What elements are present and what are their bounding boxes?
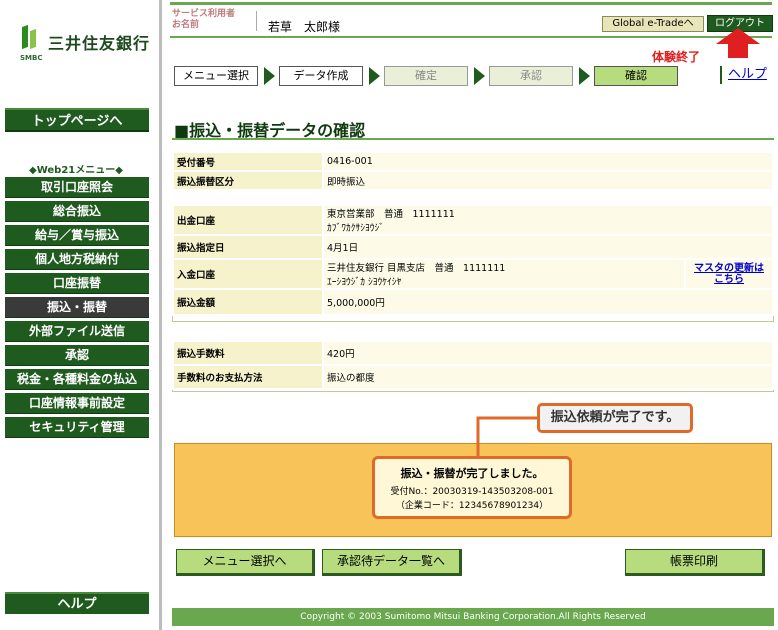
table-row: 振込振替区分 即時振込 bbox=[174, 172, 772, 189]
to-account-line1: 三井住友銀行 目黒支店 普通 1111111 bbox=[327, 263, 506, 274]
from-account-value: 東京営業部 普通 1111111 ｶﾌﾞﾜｶｸｻｼﾖｳｼﾞ bbox=[324, 206, 772, 234]
step-confirm: 確定 bbox=[384, 66, 468, 86]
transfer-type-value: 即時振込 bbox=[324, 172, 772, 189]
fee-method-label: 手数料のお支払方法 bbox=[174, 366, 322, 388]
step-approve: 承認 bbox=[489, 66, 573, 86]
step-arrow-icon bbox=[369, 67, 380, 85]
step-menu-select: メニュー選択 bbox=[174, 66, 258, 86]
pending-list-button[interactable]: 承認待データ一覧へ bbox=[322, 549, 462, 576]
print-report-button[interactable]: 帳票印刷 bbox=[625, 549, 765, 576]
table-row: 振込指定日 4月1日 bbox=[174, 236, 772, 258]
progress-steps: メニュー選択 データ作成 確定 承認 確認 bbox=[174, 66, 678, 86]
header-top-line bbox=[170, 2, 772, 5]
amount-value: 5,000,000円 bbox=[324, 290, 772, 314]
user-label-line2: お名前 bbox=[172, 20, 200, 30]
fee-table: 振込手数料 420円 手数料のお支払方法 振込の都度 bbox=[172, 340, 774, 390]
receipt-no-value: 0416-001 bbox=[324, 153, 772, 170]
step-check: 確認 bbox=[594, 66, 678, 86]
to-account-line2: ｴｰｼﾖｳｼﾞｶ ｼﾖｳｹｲｼﾔ bbox=[327, 277, 402, 288]
step-data-create: データ作成 bbox=[279, 66, 363, 86]
header-bottom-line bbox=[170, 36, 772, 38]
table-row: 手数料のお支払方法 振込の都度 bbox=[174, 366, 772, 388]
from-account-line1: 東京営業部 普通 1111111 bbox=[327, 209, 455, 220]
menu-item-transfer[interactable]: 振込・振替 bbox=[5, 297, 149, 318]
bank-name: 三井住友銀行 bbox=[48, 34, 151, 53]
user-label: サービス利用者 お名前 bbox=[172, 9, 235, 31]
left-nav: 三井住友銀行 SMBC トップページへ ◆Web21メニュー◆ 取引口座照会 総… bbox=[0, 0, 152, 630]
master-update-line2[interactable]: こちら bbox=[714, 274, 744, 285]
menu-item-local-tax[interactable]: 個人地方税納付 bbox=[5, 249, 149, 270]
nav-divider bbox=[159, 0, 162, 630]
receipt-table: 受付番号 0416-001 振込振替区分 即時振込 bbox=[172, 151, 774, 191]
master-update-line1[interactable]: マスタの更新は bbox=[694, 263, 764, 274]
table-row: 入金口座 三井住友銀行 目黒支店 普通 1111111 ｴｰｼﾖｳｼﾞｶ ｼﾖｳ… bbox=[174, 260, 772, 288]
page: 三井住友銀行 SMBC トップページへ ◆Web21メニュー◆ 取引口座照会 総… bbox=[0, 0, 778, 630]
side-menu: 取引口座照会 総合振込 給与／賞与振込 個人地方税納付 口座振替 振込・振替 外… bbox=[5, 177, 149, 441]
date-value: 4月1日 bbox=[324, 236, 772, 258]
step-arrow-icon bbox=[264, 67, 275, 85]
top-page-button[interactable]: トップページへ bbox=[5, 108, 149, 132]
logo: 三井住友銀行 bbox=[20, 24, 151, 56]
smbc-logo-icon bbox=[20, 24, 42, 56]
from-account-label: 出金口座 bbox=[174, 206, 322, 234]
table-row: 振込手数料 420円 bbox=[174, 342, 772, 364]
completion-title: 振込・振替が完了しました。 bbox=[400, 467, 544, 480]
menu-item-account-inquiry[interactable]: 取引口座照会 bbox=[5, 177, 149, 198]
user-label-line1: サービス利用者 bbox=[172, 9, 236, 19]
fee-value: 420円 bbox=[324, 342, 772, 364]
menu-select-button[interactable]: メニュー選択へ bbox=[176, 549, 315, 576]
step-arrow-icon bbox=[474, 67, 485, 85]
menu-item-bulk-transfer[interactable]: 総合振込 bbox=[5, 201, 149, 222]
arrow-up-icon bbox=[716, 28, 760, 58]
menu-item-security[interactable]: セキュリティ管理 bbox=[5, 417, 149, 438]
date-label: 振込指定日 bbox=[174, 236, 322, 258]
completion-company-code: （企業コード：12345678901234） bbox=[395, 501, 549, 511]
trial-end-label: 体験終了 bbox=[652, 50, 701, 64]
master-update-link[interactable]: マスタの更新は こちら bbox=[686, 260, 772, 288]
fee-method-value: 振込の都度 bbox=[324, 366, 772, 388]
table-row: 受付番号 0416-001 bbox=[174, 153, 772, 170]
from-account-line2: ｶﾌﾞﾜｶｸｻｼﾖｳｼﾞ bbox=[327, 223, 385, 234]
amount-label: 振込金額 bbox=[174, 290, 322, 314]
menu-item-salary-transfer[interactable]: 給与／賞与振込 bbox=[5, 225, 149, 246]
web21-menu-title: ◆Web21メニュー◆ bbox=[29, 165, 123, 176]
completion-callout: 振込依頼が完了です。 bbox=[537, 403, 693, 433]
menu-item-approval[interactable]: 承認 bbox=[5, 345, 149, 366]
transfer-type-label: 振込振替区分 bbox=[174, 172, 322, 189]
user-label-divider bbox=[256, 11, 257, 31]
to-account-value: 三井住友銀行 目黒支店 普通 1111111 ｴｰｼﾖｳｼﾞｶ ｼﾖｳｹｲｼﾔ bbox=[324, 260, 684, 288]
help-link[interactable]: ヘルプ bbox=[720, 66, 767, 84]
title-underline bbox=[172, 138, 774, 140]
transfer-table: 出金口座 東京営業部 普通 1111111 ｶﾌﾞﾜｶｸｻｼﾖｳｼﾞ 振込指定日… bbox=[172, 204, 774, 316]
to-account-label: 入金口座 bbox=[174, 260, 322, 288]
user-name: 若草 太郎様 bbox=[268, 20, 341, 34]
help-button[interactable]: ヘルプ bbox=[5, 592, 149, 614]
bank-sub: SMBC bbox=[20, 54, 43, 62]
callout-connector bbox=[476, 416, 540, 460]
fee-label: 振込手数料 bbox=[174, 342, 322, 364]
receipt-no-label: 受付番号 bbox=[174, 153, 322, 170]
table-row: 出金口座 東京営業部 普通 1111111 ｶﾌﾞﾜｶｸｻｼﾖｳｼﾞ bbox=[174, 206, 772, 234]
global-etrade-button[interactable]: Global e-Tradeへ bbox=[602, 16, 704, 32]
completion-receipt-no: 受付No.：20030319-143503208-001 bbox=[390, 487, 554, 497]
menu-item-account-preset[interactable]: 口座情報事前設定 bbox=[5, 393, 149, 414]
menu-item-account-transfer[interactable]: 口座振替 bbox=[5, 273, 149, 294]
completion-box: 振込・振替が完了しました。 受付No.：20030319-143503208-0… bbox=[372, 456, 572, 519]
menu-item-external-file[interactable]: 外部ファイル送信 bbox=[5, 321, 149, 342]
menu-item-tax-payment[interactable]: 税金・各種料金の払込 bbox=[5, 369, 149, 390]
step-arrow-icon bbox=[579, 67, 590, 85]
table-row: 振込金額 5,000,000円 bbox=[174, 290, 772, 314]
footer-copyright: Copyright © 2003 Sumitomo Mitsui Banking… bbox=[172, 608, 774, 626]
